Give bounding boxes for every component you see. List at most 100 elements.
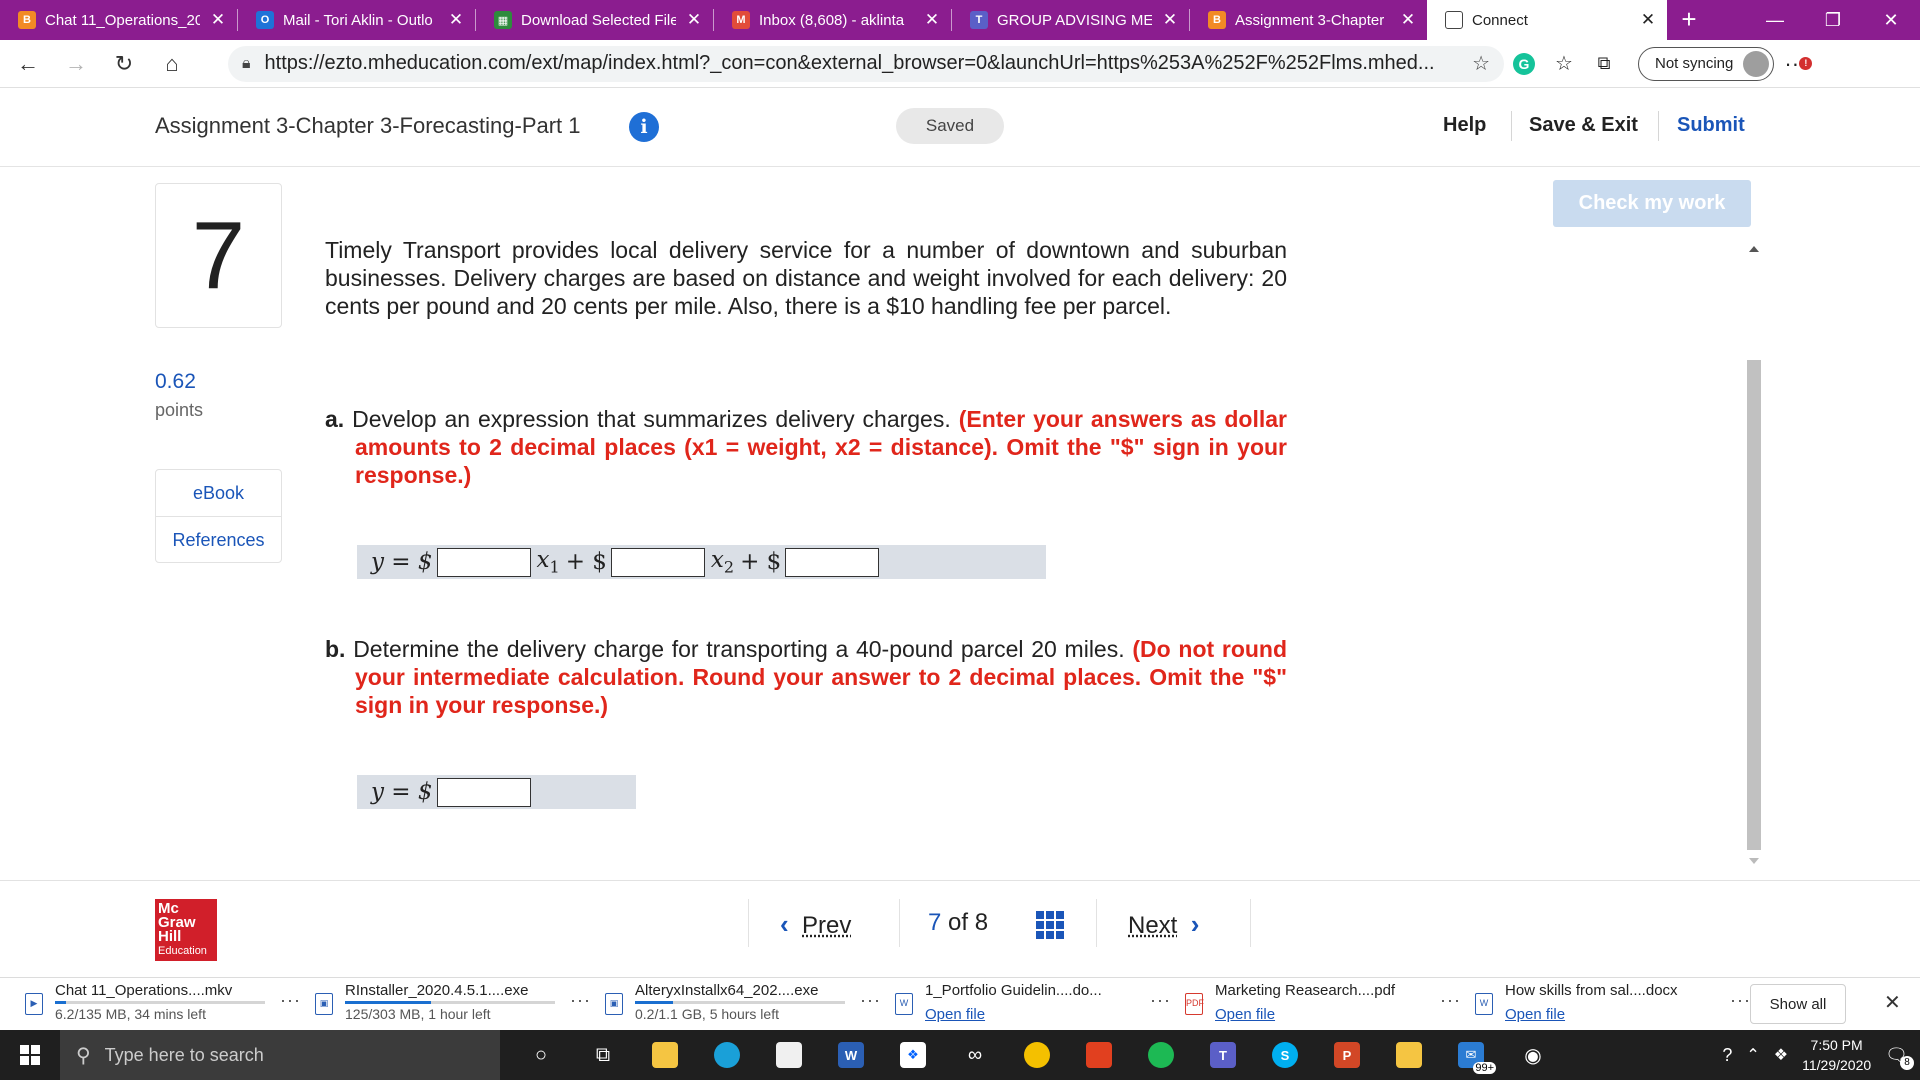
browser-toolbar: ← → ↻ ⌂ 🔒︎ https://ezto.mheducation.com/… [0,40,1920,88]
close-tab-icon[interactable]: ✕ [1161,10,1179,30]
refresh-icon[interactable]: ↻ [104,44,144,84]
show-all-button[interactable]: Show all [1750,984,1846,1024]
system-clock[interactable]: 7:50 PM 11/29/2020 [1802,1035,1871,1075]
lock-icon[interactable]: 🔒︎ [242,55,251,73]
restore-icon[interactable]: ❐ [1804,0,1862,40]
tab-connect[interactable]: Connect ✕ [1427,0,1667,40]
dropbox-icon[interactable]: ❖ [882,1030,944,1080]
download-item[interactable]: ▶ Chat 11_Operations....mkv 6.2/135 MB, … [25,978,315,1031]
tab-download-selected[interactable]: ▦ Download Selected File ✕ [476,0,713,40]
tab-title: Mail - Tori Aklin - Outlo [283,11,433,29]
part-a-label: a. [325,406,345,432]
scroll-down-arrow-icon[interactable] [1749,858,1759,864]
open-file-link[interactable]: Open file [1505,1006,1565,1023]
favorites-list-icon[interactable]: ☆ [1544,51,1584,76]
constant-input[interactable] [785,547,880,577]
edge-icon[interactable] [696,1030,758,1080]
close-shelf-icon[interactable]: ✕ [1884,990,1901,1015]
teams-icon[interactable]: T [1192,1030,1254,1080]
check-my-work-button[interactable]: Check my work [1553,180,1751,227]
home-icon[interactable]: ⌂ [152,44,192,84]
close-tab-icon[interactable]: ✕ [1399,10,1417,30]
grammarly-icon: G [1513,52,1535,75]
question-grid-icon[interactable] [1036,911,1064,939]
close-tab-icon[interactable]: ✕ [209,10,227,30]
infinity-app-icon[interactable]: ∞ [944,1030,1006,1080]
download-item[interactable]: ▣ RInstaller_2020.4.5.1....exe 125/303 M… [315,978,605,1031]
more-options-icon[interactable]: ··· [1440,990,1461,1011]
close-tab-icon[interactable]: ✕ [1639,10,1657,30]
back-arrow-icon[interactable]: ← [8,44,48,84]
more-options-icon[interactable]: ··· [860,990,881,1011]
download-item[interactable]: W 1_Portfolio Guidelin....do... Open fil… [895,978,1185,1031]
file-explorer-icon[interactable] [634,1030,696,1080]
close-tab-icon[interactable]: ✕ [923,10,941,30]
plus-dollar-2: + $ [740,549,782,575]
powerpoint-icon[interactable]: P [1316,1030,1378,1080]
close-window-icon[interactable]: ✕ [1862,0,1920,40]
close-tab-icon[interactable]: ✕ [447,10,465,30]
more-options-icon[interactable]: ··· [570,990,591,1011]
info-icon[interactable]: i [629,112,659,142]
collections-icon[interactable]: ⧉ [1584,53,1624,74]
tab-title: GROUP ADVISING ME [997,11,1152,29]
close-tab-icon[interactable]: ✕ [685,10,703,30]
taskbar-search[interactable]: ⚲ Type here to search [60,1030,500,1080]
minimize-icon[interactable]: — [1746,0,1804,40]
submit-link[interactable]: Submit [1677,114,1745,137]
download-name: 1_Portfolio Guidelin....do... [925,982,1102,999]
save-exit-link[interactable]: Save & Exit [1529,114,1638,137]
spotify-icon[interactable] [1130,1030,1192,1080]
more-options-icon[interactable]: ··· [1150,990,1171,1011]
new-tab-plus-icon[interactable]: + [1667,0,1711,40]
ebook-link[interactable]: eBook [156,470,281,516]
tab-assignment-3[interactable]: B Assignment 3-Chapter ✕ [1190,0,1427,40]
mail-icon[interactable]: ✉ 99+ [1440,1030,1502,1080]
skype-icon[interactable]: S [1254,1030,1316,1080]
help-link[interactable]: Help [1443,114,1486,137]
office-icon[interactable] [1068,1030,1130,1080]
help-tray-icon[interactable]: ? [1722,1045,1732,1066]
x1-coefficient-input[interactable] [436,547,531,577]
clock-date: 11/29/2020 [1802,1057,1872,1073]
forward-arrow-icon[interactable]: → [56,44,96,84]
word-icon[interactable]: W [820,1030,882,1080]
download-item[interactable]: W How skills from sal....docx Open file … [1475,978,1765,1031]
dropbox-tray-icon[interactable]: ❖ [1774,1045,1788,1065]
delivery-charge-input[interactable] [436,777,531,807]
download-item[interactable]: PDF Marketing Reasearch....pdf Open file… [1185,978,1475,1031]
open-file-link[interactable]: Open file [1215,1006,1275,1023]
notification-center-icon[interactable]: 🗨︎ 8 [1885,1045,1914,1070]
page-position[interactable]: 7 of 8 [928,909,988,937]
download-status: 125/303 MB, 1 hour left [345,1006,491,1022]
scroll-up-arrow-icon[interactable] [1749,246,1759,252]
settings-more-icon[interactable]: ···! [1784,51,1813,77]
grammarly-extension[interactable]: G [1504,52,1544,75]
profile-sync-button[interactable]: Not syncing [1638,46,1775,81]
next-button[interactable]: Next › [1128,909,1199,940]
cortana-icon[interactable]: ○ [510,1030,572,1080]
more-options-icon[interactable]: ··· [1730,990,1751,1011]
windows-start-icon[interactable] [0,1030,60,1080]
store-icon[interactable] [758,1030,820,1080]
tab-gmail-inbox[interactable]: M Inbox (8,608) - aklinta ✕ [714,0,951,40]
url-text[interactable]: https://ezto.mheducation.com/ext/map/ind… [265,52,1459,75]
notification-count: 8 [1900,1055,1914,1070]
tab-teams-group-advising[interactable]: T GROUP ADVISING ME ✕ [952,0,1189,40]
sticky-notes-icon[interactable] [1378,1030,1440,1080]
favorite-star-icon[interactable]: ☆ [1472,51,1490,76]
task-view-icon[interactable]: ⧉ [572,1030,634,1080]
prev-button[interactable]: ‹ Prev [780,909,851,940]
more-options-icon[interactable]: ··· [280,990,301,1011]
tab-chat-operations[interactable]: B Chat 11_Operations_20 ✕ [0,0,237,40]
scrollbar-thumb[interactable] [1747,360,1761,850]
download-item[interactable]: ▣ AlteryxInstallx64_202....exe 0.2/1.1 G… [605,978,895,1031]
references-link[interactable]: References [156,516,281,562]
tab-outlook-mail[interactable]: O Mail - Tori Aklin - Outlo ✕ [238,0,475,40]
address-bar[interactable]: 🔒︎ https://ezto.mheducation.com/ext/map/… [228,45,1504,82]
groove-music-icon[interactable]: ◉ [1502,1030,1564,1080]
open-file-link[interactable]: Open file [925,1006,985,1023]
norton-icon[interactable] [1006,1030,1068,1080]
chevron-up-icon[interactable]: ⌃ [1746,1045,1759,1065]
x2-coefficient-input[interactable] [610,547,705,577]
